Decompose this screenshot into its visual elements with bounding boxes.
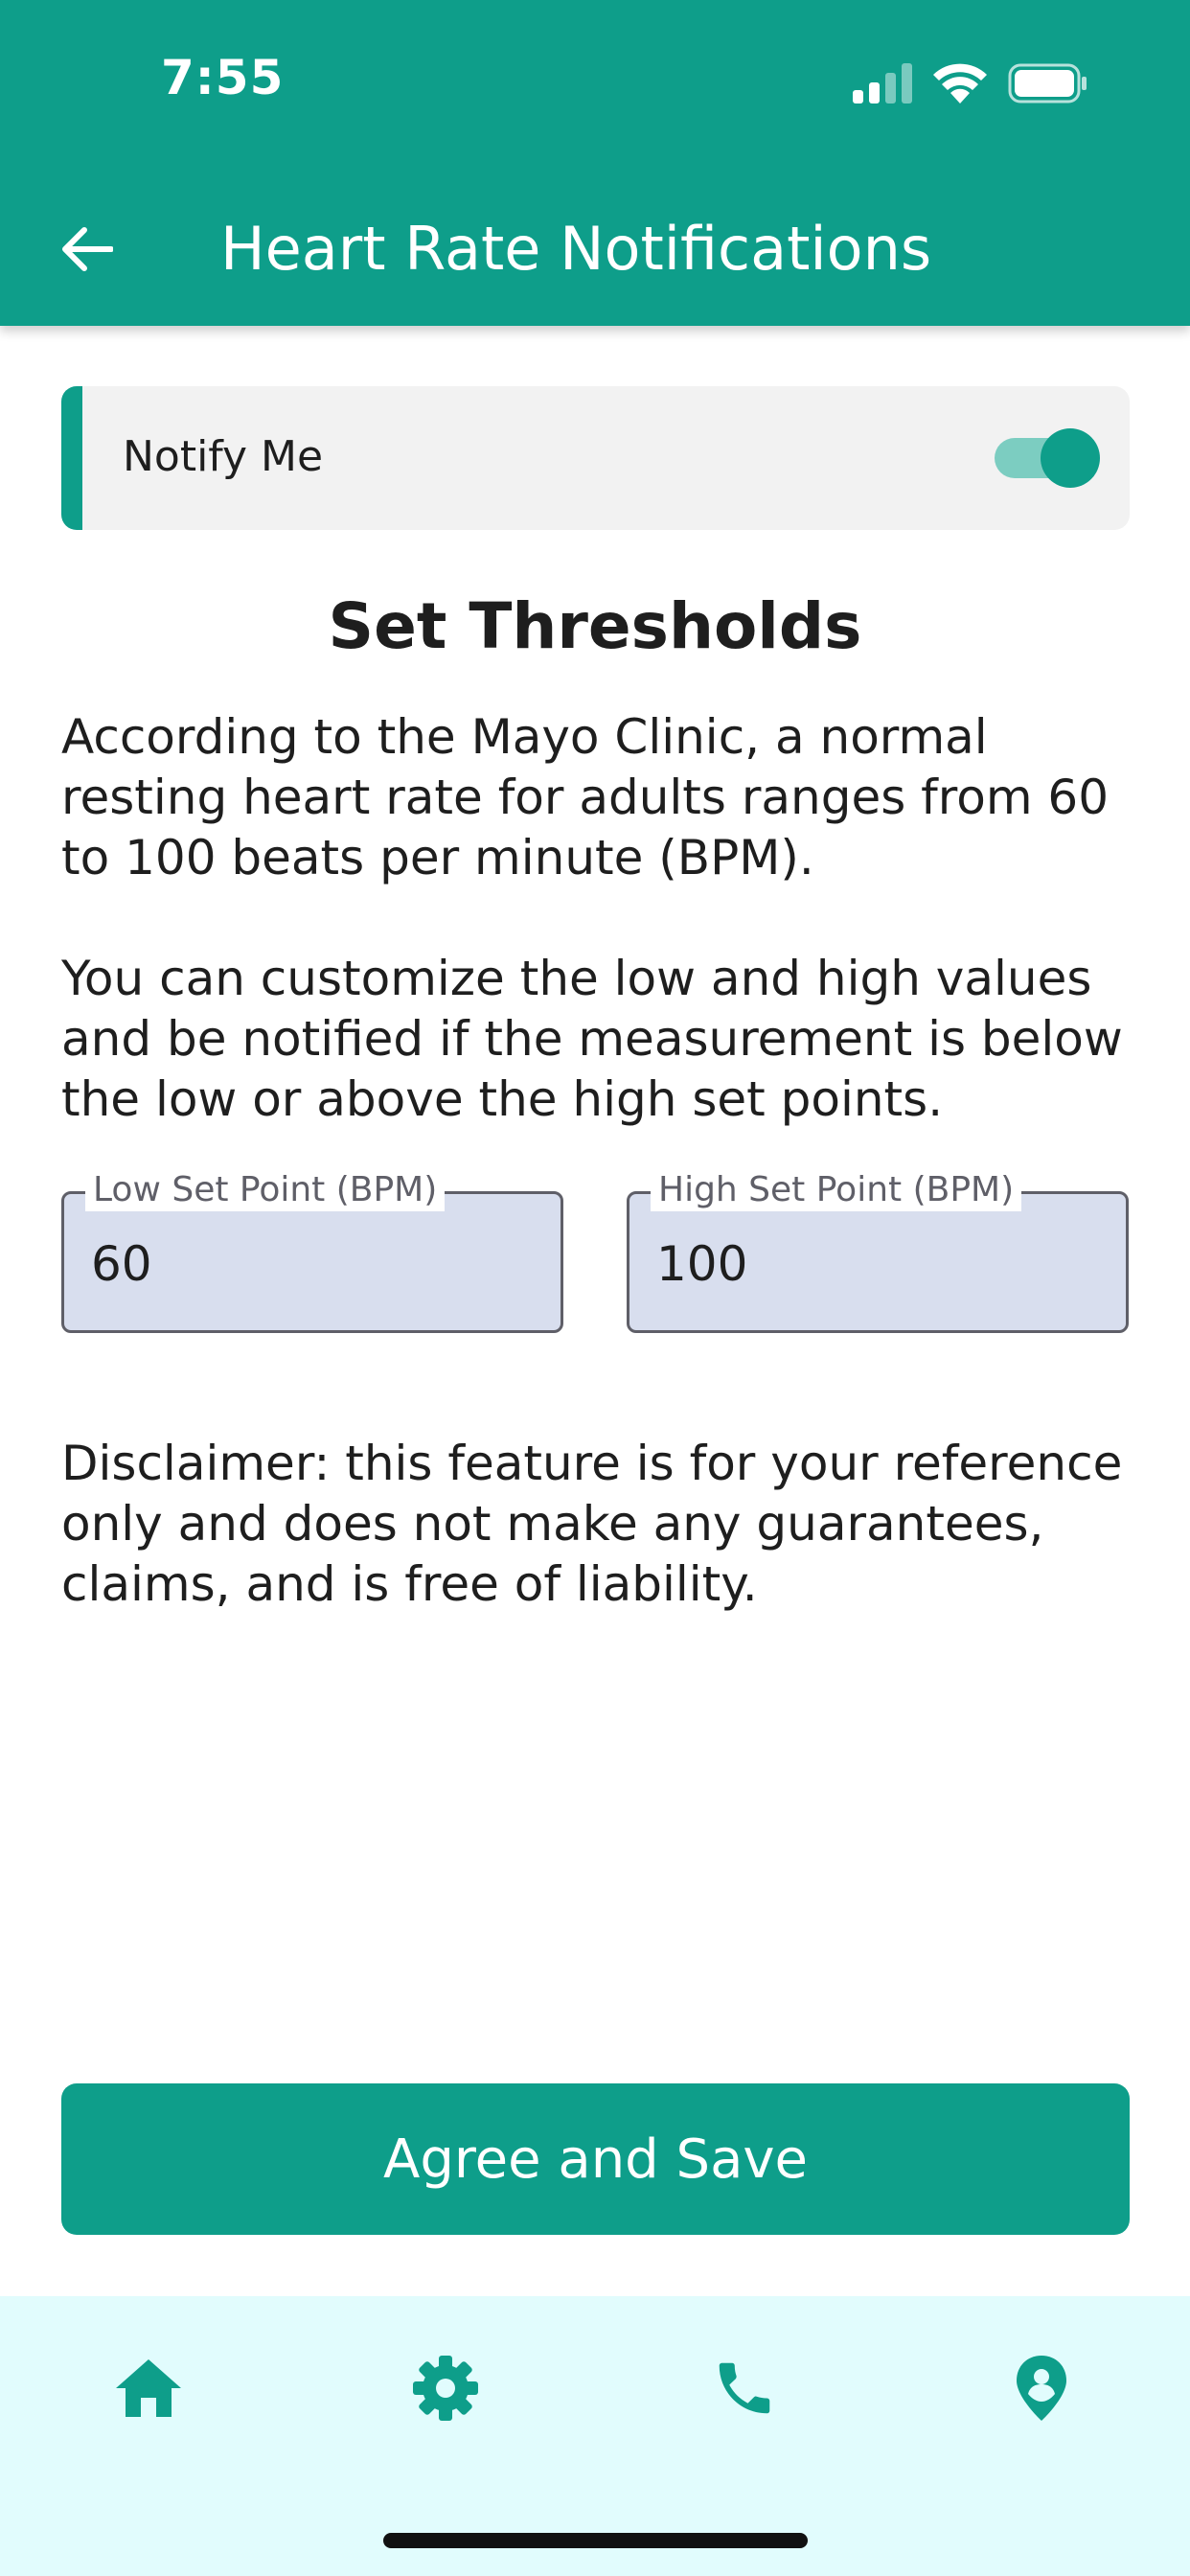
nav-location[interactable] bbox=[994, 2340, 1089, 2436]
low-set-point-label: Low Set Point (BPM) bbox=[85, 1169, 446, 1211]
arrow-left-icon bbox=[62, 227, 113, 271]
back-button[interactable] bbox=[48, 211, 125, 288]
notify-me-toggle[interactable] bbox=[989, 425, 1104, 492]
nav-phone[interactable] bbox=[697, 2340, 792, 2436]
agree-and-save-button[interactable]: Agree and Save bbox=[61, 2083, 1130, 2235]
intro-text: According to the Mayo Clinic, a normal r… bbox=[61, 709, 1110, 886]
home-icon bbox=[116, 2359, 181, 2417]
nav-home[interactable] bbox=[101, 2340, 196, 2436]
gear-icon bbox=[413, 2356, 478, 2421]
high-set-point-field[interactable]: High Set Point (BPM) bbox=[627, 1169, 1129, 1333]
location-pin-icon bbox=[1017, 2356, 1066, 2421]
battery-icon bbox=[1008, 63, 1087, 104]
low-set-point-field[interactable]: Low Set Point (BPM) bbox=[61, 1169, 563, 1333]
home-indicator bbox=[383, 2533, 808, 2548]
app-header: 7:55 Heart Rate Notifications bbox=[0, 0, 1190, 326]
wifi-icon bbox=[933, 63, 987, 104]
nav-settings[interactable] bbox=[398, 2340, 493, 2436]
notify-me-row: Notify Me bbox=[61, 386, 1130, 530]
low-set-point-input[interactable] bbox=[91, 1230, 532, 1298]
section-title: Set Thresholds bbox=[328, 589, 862, 663]
notify-me-label: Notify Me bbox=[123, 432, 324, 481]
page-title: Heart Rate Notifications bbox=[220, 214, 932, 284]
disclaimer-text: Disclaimer: this feature is for your ref… bbox=[61, 1436, 1123, 1612]
phone-icon bbox=[719, 2362, 770, 2414]
cellular-signal-icon bbox=[853, 63, 912, 104]
high-set-point-label: High Set Point (BPM) bbox=[651, 1169, 1022, 1211]
notify-accent-bar bbox=[61, 386, 82, 530]
status-time: 7:55 bbox=[161, 50, 285, 105]
high-set-point-input[interactable] bbox=[656, 1230, 1097, 1298]
instructions-text: You can customize the low and high value… bbox=[61, 951, 1123, 1127]
toggle-thumb bbox=[1041, 428, 1100, 488]
